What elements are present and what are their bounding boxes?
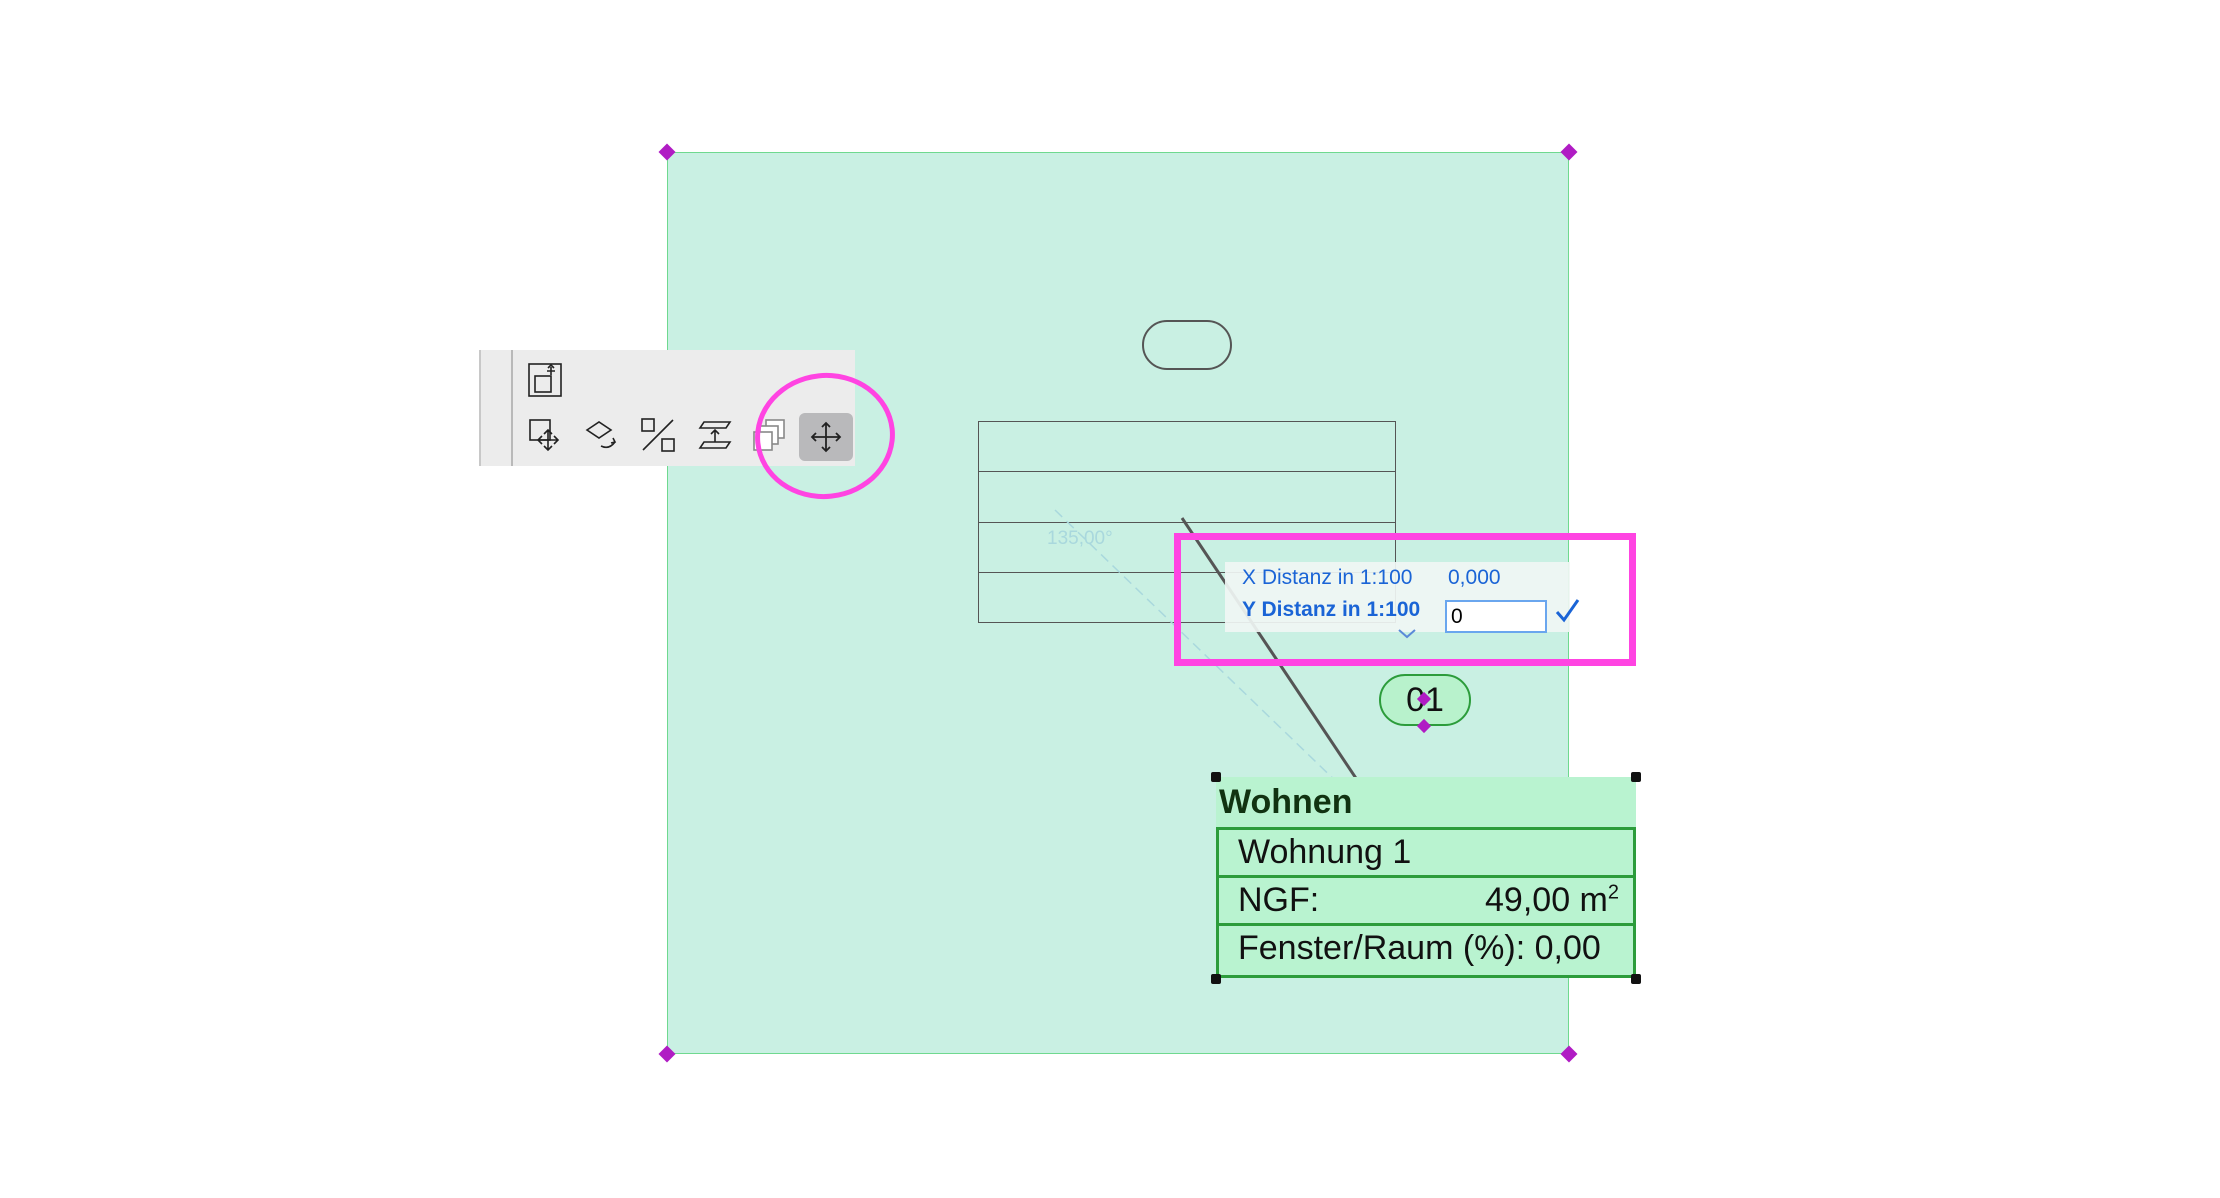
stamp-handle[interactable]: [1631, 772, 1641, 782]
rotate-icon[interactable]: [580, 413, 624, 457]
drag-palette-icon[interactable]: [523, 358, 567, 402]
elevate-icon[interactable]: [693, 413, 737, 457]
palette-divider: [511, 350, 513, 466]
ngf-value: 49,00 m2: [1485, 881, 1619, 919]
stamp-row-apartment: Wohnung 1: [1216, 827, 1636, 878]
window-ratio-text: Fenster/Raum (%): 0,00: [1238, 929, 1601, 967]
mirror-icon[interactable]: [636, 413, 680, 457]
highlight-rectangle: [1174, 533, 1636, 666]
stamp-handle[interactable]: [1211, 974, 1221, 984]
ngf-unit-superscript: 2: [1607, 881, 1619, 904]
stamp-row-ngf: NGF: 49,00 m2: [1216, 875, 1636, 926]
ngf-label: NGF:: [1238, 881, 1320, 919]
apartment-name: Wohnung 1: [1238, 833, 1412, 871]
zone-stamp[interactable]: Wohnen Wohnung 1 NGF: 49,00 m2 Fenster/R…: [1216, 777, 1636, 980]
drag-icon[interactable]: [523, 413, 567, 457]
stamp-handle[interactable]: [1211, 772, 1221, 782]
stamp-row-window-ratio: Fenster/Raum (%): 0,00: [1216, 923, 1636, 978]
rubberband-overlay: [1054, 509, 1431, 885]
zone-name: Wohnen: [1216, 777, 1636, 827]
stamp-handle[interactable]: [1631, 974, 1641, 984]
